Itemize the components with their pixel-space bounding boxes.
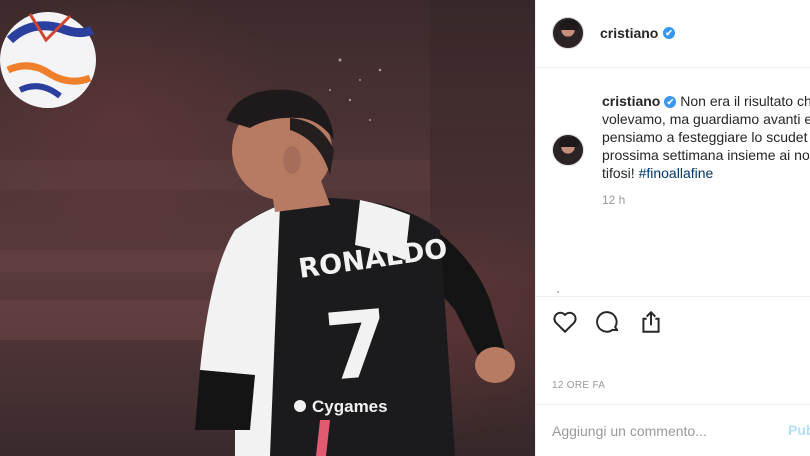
comment-icon[interactable] — [595, 309, 623, 337]
share-icon[interactable] — [638, 309, 666, 337]
caption-username[interactable]: cristiano — [602, 93, 660, 109]
post-photo[interactable]: RONALDO 7 Cygames — [0, 0, 535, 456]
action-bar — [536, 296, 810, 348]
photo-illustration: RONALDO 7 Cygames — [0, 0, 535, 456]
caption-line-2: volevamo, ma guardiamo avanti e — [602, 111, 810, 127]
jersey-number: 7 — [321, 290, 394, 402]
caption-avatar[interactable] — [552, 134, 584, 166]
caption-line-3: pensiamo a festeggiare lo scudet — [602, 129, 808, 145]
comment-input[interactable] — [552, 423, 772, 439]
caption-time[interactable]: 12 h — [602, 193, 625, 207]
jersey-sponsor: Cygames — [312, 397, 388, 416]
scroll-indicator — [557, 291, 559, 293]
caption: cristiano ✔ Non era il risultato ch volev… — [602, 92, 810, 182]
verified-icon: ✔ — [663, 27, 675, 39]
post-comment-button[interactable]: Pub — [788, 422, 810, 438]
sponsor-logo — [294, 400, 306, 412]
comment-bar: Pub — [536, 404, 810, 456]
post-header: cristiano ✔ — [536, 0, 810, 68]
hashtag-link[interactable]: #finoallafine — [639, 165, 714, 181]
caption-line-1: Non era il risultato ch — [680, 93, 810, 109]
heart-icon[interactable] — [552, 309, 580, 337]
football — [0, 12, 96, 108]
post-date[interactable]: 12 ORE FA — [552, 380, 605, 391]
caption-line-4: prossima settimana insieme ai no — [602, 147, 810, 163]
caption-verified-icon: ✔ — [664, 96, 677, 109]
post-sidebar: cristiano ✔ cristiano ✔ Non era il risult… — [535, 0, 810, 456]
header-username[interactable]: cristiano — [600, 25, 658, 41]
caption-line-5: tifosi! — [602, 165, 639, 181]
avatar[interactable] — [552, 17, 584, 49]
